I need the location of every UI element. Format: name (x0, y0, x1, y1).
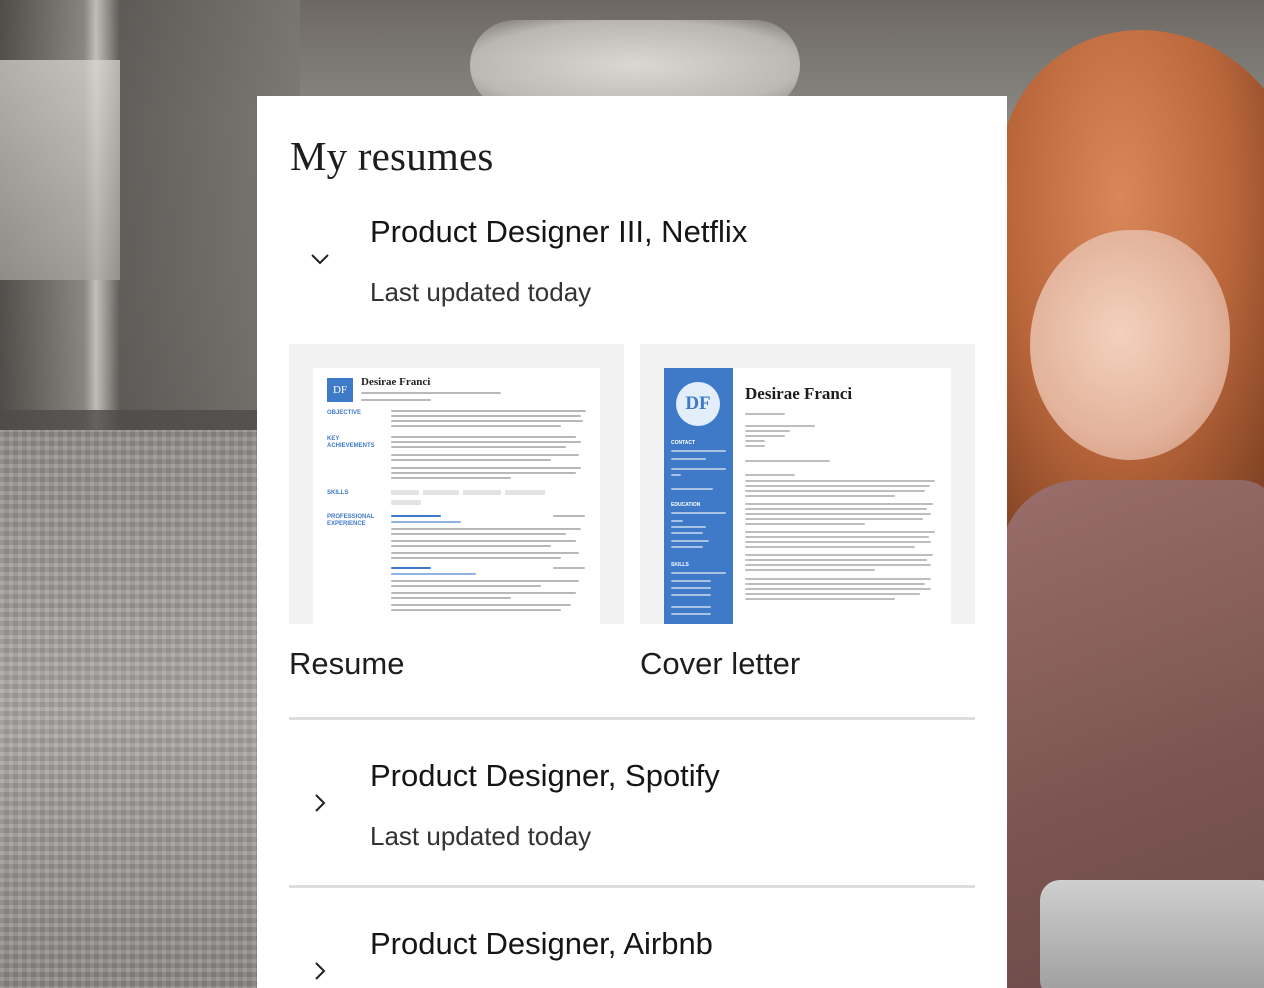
resume-section-label: SKILLS (327, 490, 349, 496)
cover-letter-name: Desirae Franci (745, 384, 853, 403)
laptop (1040, 880, 1264, 988)
cover-letter-label[interactable]: Cover letter (640, 646, 800, 682)
divider (289, 717, 975, 720)
page-title: My resumes (290, 133, 494, 179)
cover-letter-section-label: CONTACT (671, 440, 696, 446)
resume-label[interactable]: Resume (289, 646, 404, 682)
resume-title[interactable]: Product Designer III, Netflix (370, 214, 747, 250)
resume-name: Desirae Franci (361, 376, 431, 388)
divider (289, 885, 975, 888)
resume-updated-text: Last updated today (370, 821, 592, 851)
chevron-down-icon[interactable] (309, 248, 331, 270)
chevron-right-icon[interactable] (309, 792, 331, 814)
resume-page: DF Desirae Franci OBJECTIVE KEY ACHIEVEM… (313, 368, 600, 624)
person-face (1030, 230, 1230, 460)
resumes-panel: My resumes Product Designer III, Netflix… (257, 96, 1007, 988)
cover-letter-page: DF CONTACT EDUCATION SKILLS Desirae Fran… (664, 368, 951, 624)
chevron-right-icon[interactable] (309, 960, 331, 982)
resume-monogram: DF (327, 378, 353, 402)
resume-preview-thumbnail[interactable]: DF Desirae Franci OBJECTIVE KEY ACHIEVEM… (289, 344, 624, 624)
resume-section-label: OBJECTIVE (327, 410, 362, 416)
resume-title[interactable]: Product Designer, Spotify (370, 758, 720, 794)
cover-letter-section-label: EDUCATION (671, 502, 701, 508)
resume-updated-text: Last updated today (370, 277, 592, 307)
resume-section-label: PROFESSIONAL EXPERIENCE (327, 514, 375, 527)
background-window (0, 60, 120, 280)
cover-letter-preview-thumbnail[interactable]: DF CONTACT EDUCATION SKILLS Desirae Fran… (640, 344, 975, 624)
resume-section-label: KEY ACHIEVEMENTS (327, 436, 375, 449)
cover-letter-sidebar: DF CONTACT EDUCATION SKILLS (664, 368, 733, 624)
resume-title[interactable]: Product Designer, Airbnb (370, 926, 713, 962)
cover-letter-monogram: DF (676, 382, 720, 426)
cover-letter-section-label: SKILLS (671, 562, 689, 568)
